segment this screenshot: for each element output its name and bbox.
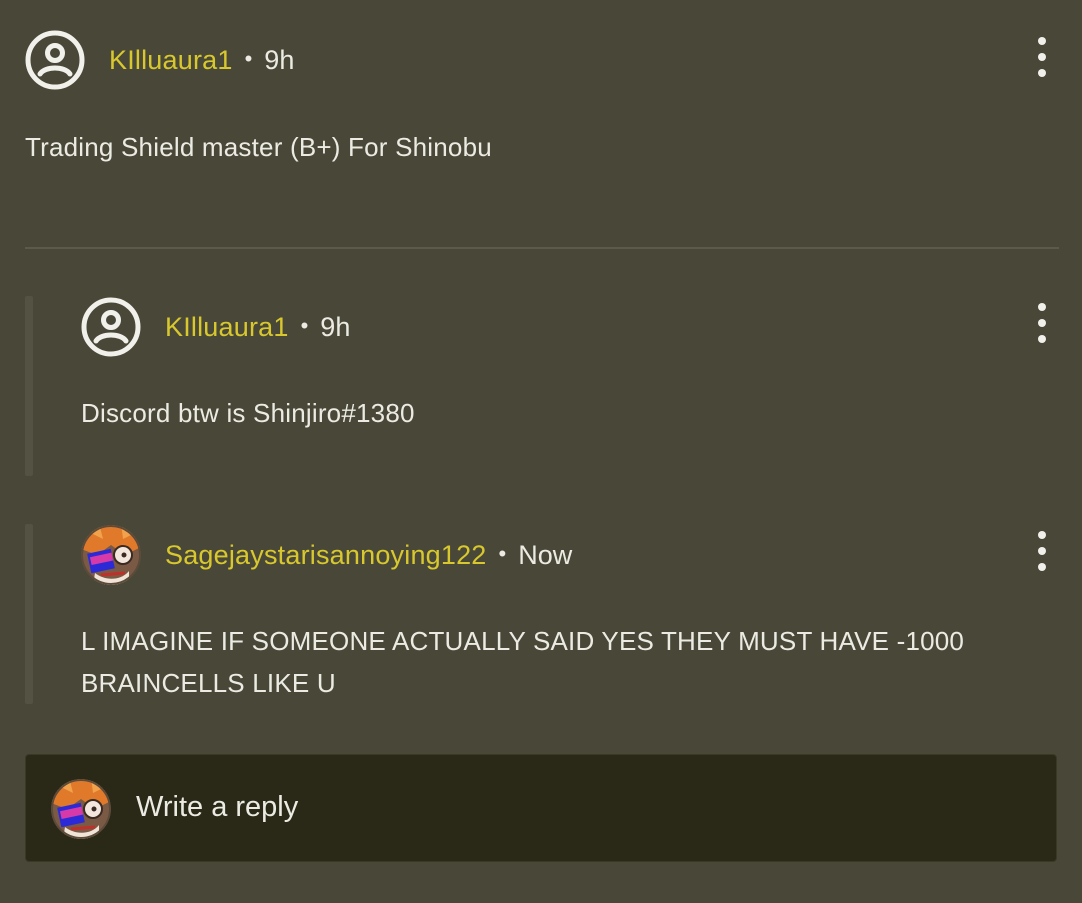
divider [25,247,1059,249]
comment-header: KIlluaura1 • 9h [25,30,294,90]
thread-line [25,296,33,476]
reply-username[interactable]: KIlluaura1 [165,312,289,343]
comment-thread: KIlluaura1 • 9h Trading Shield master (B… [0,0,1082,903]
more-vertical-icon[interactable] [1030,303,1054,343]
reply-text-line: L IMAGINE IF SOMEONE ACTUALLY SAID YES T… [81,626,965,656]
reply-header: Sagejaystarisannoying122 • Now [81,525,572,585]
reply-username[interactable]: Sagejaystarisannoying122 [165,540,487,571]
default-user-icon[interactable] [81,297,141,357]
reply-text: Discord btw is Shinjiro#1380 [81,398,415,428]
user-avatar-photo[interactable] [81,525,141,585]
comment-username[interactable]: KIlluaura1 [109,45,233,76]
reply-input[interactable] [136,785,1016,829]
comment-time: 9h [264,44,295,75]
separator-dot: • [498,541,507,566]
reply-text: L IMAGINE IF SOMEONE ACTUALLY SAID YES T… [81,620,964,704]
default-user-icon[interactable] [25,30,85,90]
separator-dot: • [300,313,309,338]
reply-time: Now [518,539,573,570]
reply-box[interactable] [25,754,1057,862]
user-avatar-photo [51,779,111,839]
comment-text: Trading Shield master (B+) For Shinobu [25,132,492,162]
more-vertical-icon[interactable] [1030,531,1054,571]
separator-dot: • [244,46,253,71]
more-vertical-icon[interactable] [1030,37,1054,77]
reply-header: KIlluaura1 • 9h [81,297,350,357]
thread-line [25,524,33,704]
reply-text-line: BRAINCELLS LIKE U [81,668,336,698]
reply-time: 9h [320,311,351,342]
